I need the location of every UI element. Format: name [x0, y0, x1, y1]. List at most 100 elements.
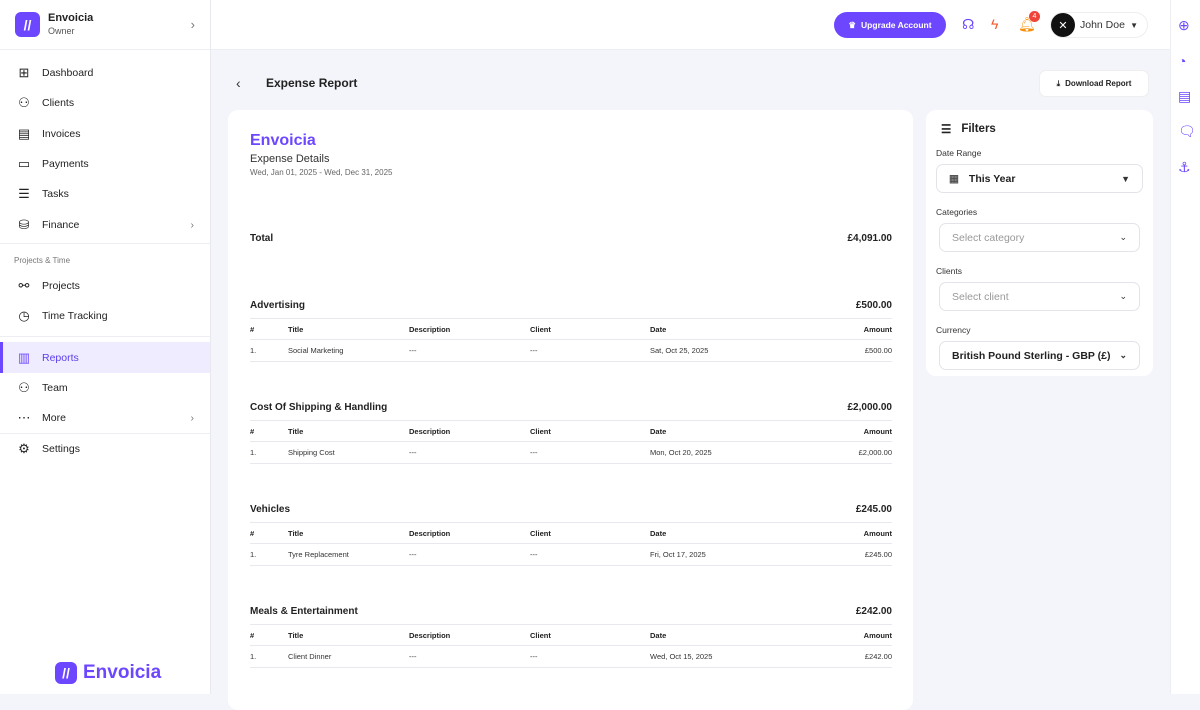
table-header: #TitleDescriptionClientDateAmount — [250, 318, 892, 340]
column-header: Description — [409, 427, 530, 436]
total-value: £4,091.00 — [848, 233, 893, 244]
cell: 1. — [250, 652, 288, 661]
cell: --- — [409, 652, 530, 661]
label: Clients — [42, 97, 74, 109]
column-header: Client — [530, 529, 650, 538]
sidebar-item-team[interactable]: ⚇Team — [0, 373, 210, 403]
sidebar-item-tasks[interactable]: ☰Tasks — [0, 179, 210, 209]
workspace-role: Owner — [48, 25, 93, 38]
column-header: Description — [409, 631, 530, 640]
label: Time Tracking — [42, 310, 108, 322]
currency-select[interactable]: British Pound Sterling - GBP (£) ⌄ — [939, 341, 1140, 370]
cell: Shipping Cost — [288, 448, 409, 457]
cell: £245.00 — [865, 550, 892, 559]
table-row[interactable]: 1.Client Dinner------Wed, Oct 15, 2025£2… — [250, 646, 892, 668]
value: This Year — [969, 173, 1016, 185]
expense-group: Advertising£500.00 #TitleDescriptionClien… — [250, 300, 892, 362]
label: Download Report — [1065, 79, 1131, 88]
total-label: Total — [250, 233, 273, 244]
clock-icon: ◷ — [16, 308, 32, 324]
group-name: Cost Of Shipping & Handling — [250, 402, 387, 416]
plus-circle-icon[interactable]: ⊕ — [1178, 17, 1190, 34]
chevron-down-icon: ⌄ — [1119, 350, 1127, 361]
table-row[interactable]: 1.Shipping Cost------Mon, Oct 20, 2025£2… — [250, 442, 892, 464]
placeholder: Select client — [952, 291, 1009, 303]
group-header: Vehicles£245.00 — [250, 504, 892, 518]
column-header: Amount — [864, 427, 892, 436]
column-header: Date — [650, 427, 864, 436]
client-select[interactable]: Select client ⌄ — [939, 282, 1140, 311]
column-header: # — [250, 529, 288, 538]
sidebar-item-dashboard[interactable]: ⊞Dashboard — [0, 58, 210, 88]
cell: Mon, Oct 20, 2025 — [650, 448, 859, 457]
value: British Pound Sterling - GBP (£) — [952, 350, 1110, 362]
column-header: # — [250, 427, 288, 436]
gear-icon: ⚙ — [16, 441, 32, 457]
lightning-icon[interactable]: ϟ — [991, 16, 998, 32]
download-report-button[interactable]: ⤓Download Report — [1039, 70, 1149, 97]
column-header: # — [250, 631, 288, 640]
column-header: Client — [530, 427, 650, 436]
sidebar-item-invoices[interactable]: ▤ Invoices — [0, 119, 210, 149]
sidebar-item-reports[interactable]: ▥Reports — [0, 342, 210, 372]
table-header: #TitleDescriptionClientDateAmount — [250, 522, 892, 544]
team-icon: ⚇ — [16, 380, 32, 396]
label: Dashboard — [42, 67, 93, 79]
logo-icon: // — [15, 12, 40, 37]
clients-label: Clients — [936, 266, 1143, 276]
receipt-icon: ▤ — [16, 126, 32, 142]
group-header: Advertising£500.00 — [250, 300, 892, 314]
sidebar-item-time-tracking[interactable]: ◷ Time Tracking — [0, 301, 210, 331]
users-icon: ⚇ — [16, 95, 32, 111]
support-icon[interactable]: ☊ — [962, 16, 974, 33]
cell: --- — [409, 448, 530, 457]
table-row[interactable]: 1.Tyre Replacement------Fri, Oct 17, 202… — [250, 544, 892, 566]
cell: 1. — [250, 346, 288, 355]
sidebar-item-clients[interactable]: ⚇ Clients — [0, 88, 210, 118]
label: Settings — [42, 443, 80, 455]
workspace-switcher[interactable]: // EnvoiciaOwner › — [0, 0, 210, 50]
user-menu[interactable]: ✕John Doe▼ — [1050, 12, 1148, 38]
sidebar-item-payments[interactable]: ▭Payments — [0, 149, 210, 179]
column-header: Title — [288, 631, 409, 640]
timer-icon[interactable]: ◔ — [1178, 53, 1186, 69]
right-rail: ⊕ ◔ ▤ 🗨︎ ⚓︎ — [1170, 0, 1200, 694]
cell: --- — [530, 448, 650, 457]
label: Reports — [42, 352, 79, 364]
expense-group: Cost Of Shipping & Handling£2,000.00#Tit… — [250, 402, 892, 464]
column-header: Amount — [864, 631, 892, 640]
sidebar-item-settings[interactable]: ⚙ Settings — [0, 434, 210, 464]
report-date-range: Wed, Jan 01, 2025 - Wed, Dec 31, 2025 — [250, 168, 891, 177]
chat-icon[interactable]: 🗨︎ — [1178, 123, 1196, 140]
group-header: Cost Of Shipping & Handling£2,000.00 — [250, 402, 892, 416]
report-company: Envoicia — [250, 132, 891, 150]
chevron-down-icon: ⌄ — [1119, 291, 1127, 302]
column-header: Title — [288, 529, 409, 538]
chevron-down-icon: ⌄ — [1119, 232, 1127, 243]
crown-icon: ♛ — [848, 20, 856, 31]
upgrade-account-button[interactable]: ♛Upgrade Account — [834, 12, 946, 38]
column-header: Date — [650, 631, 864, 640]
category-select[interactable]: Select category⌄ — [939, 223, 1140, 252]
filter-icon: ☰ — [941, 122, 951, 136]
back-arrow-icon[interactable]: ‹ — [236, 75, 241, 91]
column-header: Description — [409, 325, 530, 334]
sidebar-item-more[interactable]: ⋯More› — [0, 403, 210, 433]
label: Invoices — [42, 128, 81, 140]
column-header: # — [250, 325, 288, 334]
notification-badge: 4 — [1029, 11, 1040, 22]
date-range-select[interactable]: ▦This Year▼ — [936, 164, 1143, 193]
anchor-icon[interactable]: ⚓︎ — [1178, 159, 1191, 176]
cell: --- — [530, 550, 650, 559]
group-name: Meals & Entertainment — [250, 606, 358, 620]
expense-group: Vehicles£245.00 #TitleDescriptionClientDa… — [250, 504, 892, 566]
notepad-icon[interactable]: ▤ — [1178, 88, 1191, 105]
sidebar-item-finance[interactable]: ⛁Finance› — [0, 209, 210, 239]
sidebar-item-projects[interactable]: ⚯Projects — [0, 271, 210, 301]
cell: --- — [530, 652, 650, 661]
caret-down-icon: ▼ — [1130, 21, 1138, 30]
caret-down-icon: ▼ — [1121, 174, 1130, 184]
table-row[interactable]: 1.Social Marketing------Sat, Oct 25, 202… — [250, 340, 892, 362]
cell: £500.00 — [865, 346, 892, 355]
logo-icon: // — [55, 662, 77, 684]
